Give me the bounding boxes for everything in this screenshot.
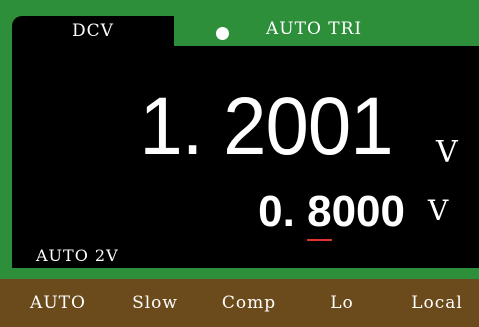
trigger-status-label: AUTO TRI [266,19,363,39]
secondary-unit: V [428,194,449,227]
measurement-mode-label: DCV [72,21,114,41]
primary-reading: 1. 2001 [139,81,394,172]
secondary-reading-suffix: 000 [331,187,405,236]
secondary-reading: 0. 8000 [258,187,405,241]
measurement-mode-tab: DCV [12,16,174,46]
primary-unit: V [436,135,458,170]
cursor-digit: 8 [307,187,333,241]
softkey-lo[interactable]: Lo [300,279,384,327]
softkey-slow[interactable]: Slow [113,279,197,327]
softkey-auto[interactable]: AUTO [20,279,96,327]
softkey-local[interactable]: Local [395,279,479,327]
softkey-comp[interactable]: Comp [207,279,291,327]
trigger-indicator-icon [216,27,229,40]
secondary-reading-prefix: 0. [258,187,308,236]
range-label: AUTO 2V [36,246,119,265]
